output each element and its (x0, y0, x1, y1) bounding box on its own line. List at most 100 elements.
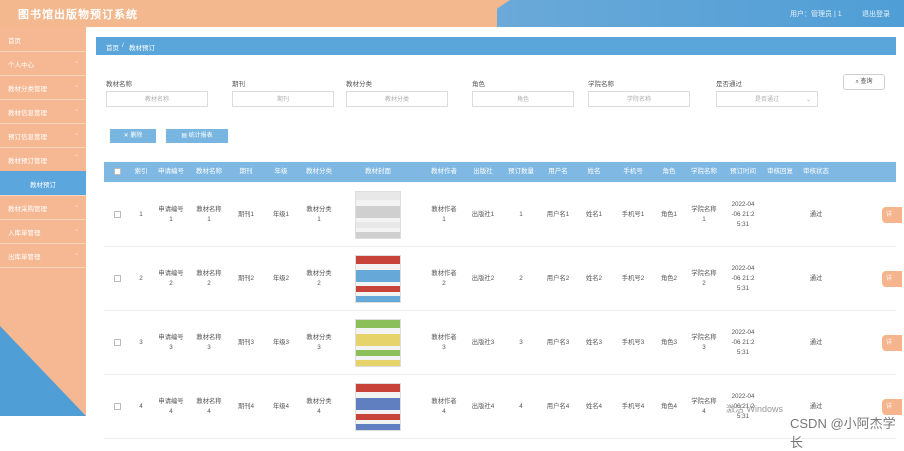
column-header: 教材作者 (431, 168, 457, 175)
cell-realname: 姓名3 (585, 338, 603, 346)
cell-status: 通过 (809, 274, 823, 282)
sidebar-item-profile[interactable]: 个人中心 ⌄ (0, 51, 86, 76)
cover-band (356, 384, 400, 392)
filter-input-journal[interactable]: 期刊 (232, 91, 334, 107)
delete-button[interactable]: ✕ 删除 (110, 129, 156, 143)
filter-label-name: 教材名称 (106, 81, 132, 88)
cell-username: 用户名1 (546, 210, 570, 218)
cell-name: 教材名称 2 (196, 269, 222, 287)
sidebar-item-textbook-info[interactable]: 教材信息管理 ⌄ (0, 99, 86, 124)
cell-author: 教材作者 3 (431, 333, 457, 351)
cell-author: 教材作者 1 (431, 205, 457, 223)
sidebar-item-stock-out[interactable]: 出库单管理 ⌄ (0, 243, 86, 268)
cell-qty: 3 (519, 338, 523, 346)
cell-publisher: 出版社1 (471, 210, 495, 218)
cover-band (356, 424, 400, 430)
cell-college: 学院名称 1 (691, 205, 717, 223)
filter-input-college[interactable]: 学院名称 (588, 91, 690, 107)
sidebar-item-textbook-order[interactable]: 教材预订 (0, 171, 86, 196)
search-button[interactable]: ⌕ 查询 (843, 74, 885, 90)
column-header: 角色 (662, 168, 676, 175)
cell-role: 角色3 (660, 338, 678, 346)
search-button-label: 查询 (860, 79, 873, 85)
filter-select-approved[interactable]: 是否通过 ⌄ (716, 91, 818, 107)
sidebar: 首页 个人中心 ⌄ 教材分类管理 ⌄ 教材信息管理 ⌄ 预订信息管理 ⌄ 教材预… (0, 27, 86, 416)
cell-status: 通过 (809, 210, 823, 218)
cell-journal: 期刊2 (237, 274, 255, 282)
cover-image (355, 191, 401, 239)
column-header: 手机号 (623, 168, 643, 175)
chevron-down-icon: ⌄ (73, 131, 79, 137)
cell-phone: 手机号4 (621, 402, 645, 410)
cell-index: 4 (139, 402, 143, 410)
cell-grade: 年级4 (272, 402, 290, 410)
sidebar-item-label: 个人中心 (8, 62, 34, 69)
breadcrumb-home[interactable]: 首页 (106, 42, 119, 52)
cell-author: 教材作者 2 (431, 269, 457, 287)
sidebar-decoration (0, 326, 86, 416)
chart-icon: ▤ (181, 133, 187, 139)
cover-band (356, 192, 400, 200)
cell-category: 教材分类 2 (306, 269, 332, 287)
chevron-down-icon: ⌄ (73, 83, 79, 89)
cell-college: 学院名称 3 (691, 333, 717, 351)
cover-band (356, 286, 400, 292)
logout-link[interactable]: 退出登录 (862, 9, 890, 19)
cell-college: 学院名称 4 (691, 397, 717, 415)
sidebar-item-purchase[interactable]: 教材采购管理 ⌄ (0, 195, 86, 220)
report-button[interactable]: ▤ 统计报表 (166, 129, 228, 143)
cover-image (355, 319, 401, 367)
filter-input-name[interactable]: 教材名称 (106, 91, 208, 107)
cell-cover (340, 312, 416, 374)
column-header: 审核状态 (803, 168, 829, 175)
sidebar-item-home[interactable]: 首页 (0, 27, 86, 52)
sidebar-item-stock-in[interactable]: 入库单管理 ⌄ (0, 219, 86, 244)
cell-journal: 期刊4 (237, 402, 255, 410)
filter-input-role[interactable]: 角色 (472, 91, 574, 107)
cell-qty: 4 (519, 402, 523, 410)
row-checkbox[interactable] (114, 275, 121, 282)
column-header: 审核回复 (767, 168, 793, 175)
cell-journal: 期刊1 (237, 210, 255, 218)
cover-band (356, 206, 400, 218)
sidebar-item-order-manage[interactable]: 教材预订管理 ⌃ (0, 147, 86, 172)
filter-label-college: 学院名称 (588, 81, 614, 88)
detail-button[interactable]: 详 (882, 271, 902, 287)
cell-role: 角色2 (660, 274, 678, 282)
sidebar-item-label: 教材采购管理 (8, 206, 47, 213)
cover-band (356, 334, 400, 346)
filter-label-approved: 是否通过 (716, 81, 742, 88)
cell-apply-no: 申请编号 2 (158, 269, 184, 287)
cell-realname: 姓名2 (585, 274, 603, 282)
cell-realname: 姓名1 (585, 210, 603, 218)
current-user: 用户：管理员 | 1 (790, 11, 842, 18)
detail-button[interactable]: 详 (882, 207, 902, 223)
cell-category: 教材分类 3 (306, 333, 332, 351)
cell-qty: 1 (519, 210, 523, 218)
detail-button[interactable]: 详 (882, 335, 902, 351)
filter-label-journal: 期刊 (232, 81, 245, 88)
sidebar-item-order-info[interactable]: 预订信息管理 ⌄ (0, 123, 86, 148)
select-all-checkbox[interactable] (114, 168, 121, 175)
row-checkbox[interactable] (114, 339, 121, 346)
row-checkbox[interactable] (114, 403, 121, 410)
chevron-up-icon: ⌃ (73, 155, 79, 161)
delete-button-label: 删除 (130, 133, 143, 139)
cell-name: 教材名称 4 (196, 397, 222, 415)
cover-image (355, 383, 401, 431)
chevron-down-icon: ⌄ (73, 107, 79, 113)
row-checkbox[interactable] (114, 211, 121, 218)
header-divider (470, 0, 510, 27)
table-header: 索引 申请编号 教材名称 期刊 年级 教材分类 教材封面 教材作者 出版社 预订… (104, 162, 896, 182)
cell-phone: 手机号2 (621, 274, 645, 282)
sidebar-item-label: 教材分类管理 (8, 86, 47, 93)
sidebar-item-category[interactable]: 教材分类管理 ⌄ (0, 75, 86, 100)
cell-publisher: 出版社4 (471, 402, 495, 410)
breadcrumb-separator: / (122, 42, 124, 49)
column-header: 学院名称 (691, 168, 717, 175)
cover-band (356, 256, 400, 264)
filter-label-category: 教材分类 (346, 81, 372, 88)
filter-input-category[interactable]: 教材分类 (346, 91, 448, 107)
cell-category: 教材分类 1 (306, 205, 332, 223)
chevron-down-icon: ⌄ (73, 59, 79, 65)
